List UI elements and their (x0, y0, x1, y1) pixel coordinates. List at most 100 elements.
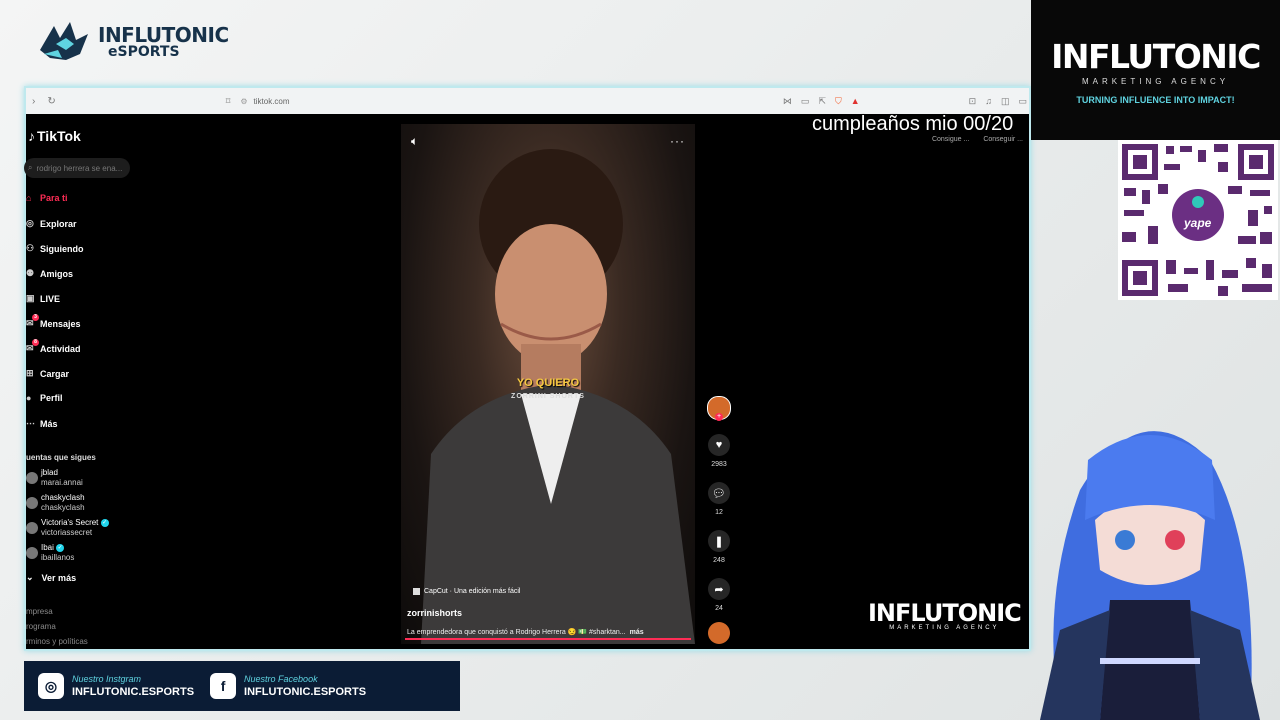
nav-item-siguiendo[interactable]: ⚇ Siguiendo (26, 243, 84, 254)
tab-search-icon[interactable]: ⊡ (969, 96, 977, 107)
following-account[interactable]: Ibai ✓ ibaillanos (26, 543, 74, 563)
heart-icon[interactable]: ♥ (708, 434, 730, 456)
see-more-link[interactable]: ⌄ Ver más (26, 572, 76, 583)
video-caption: YO QUIERO ZORRINI SHORTS (401, 377, 695, 400)
nav-label: Para ti (40, 193, 68, 203)
tiktok-page: ♪ TikTok ⌕ rodrigo herrera se ena... ⌂ P… (24, 114, 1029, 649)
brave-rewards-icon[interactable]: ▲ (851, 96, 860, 106)
chevron-down-icon: ⌄ (26, 572, 34, 582)
tiktok-logo[interactable]: ♪ TikTok (28, 128, 81, 144)
nav-label: LIVE (40, 293, 61, 304)
forward-icon[interactable]: › (32, 96, 35, 107)
watermark-subtitle: MARKETING AGENCY (889, 625, 1000, 631)
nav-item-mensajes[interactable]: ✉ 3 Mensajes (26, 314, 81, 329)
nav-label: Mensajes (40, 318, 81, 329)
bookmark-icon[interactable]: ❚ (708, 530, 730, 552)
yape-qr-code: yape (1118, 140, 1278, 300)
vtuber-avatar (1040, 431, 1260, 720)
logo-line2: eSPORTS (108, 44, 180, 60)
avatar (26, 472, 38, 484)
see-more-label: Ver más (41, 572, 77, 583)
nav-item-actividad[interactable]: ✉ 8 Actividad (26, 339, 81, 354)
video-progress[interactable] (405, 638, 691, 640)
reload-icon[interactable]: ↻ (47, 96, 55, 107)
capcut-label: CapCut · Una edición más fácil (424, 588, 521, 595)
footer-link-empresa[interactable]: mpresa (26, 607, 53, 616)
nav-item-para-ti[interactable]: ⌂ Para ti (26, 193, 68, 203)
share-icon[interactable]: ➦ (708, 578, 730, 600)
nav-item-perfil[interactable]: ● Perfil (26, 393, 63, 403)
footer-link-terminos[interactable]: rminos y políticas (26, 637, 88, 646)
following-accounts-header: uentas que sigues (26, 453, 96, 462)
volume-icon[interactable]: 🔈︎ (411, 134, 418, 149)
brand-panel: INFLUTONIC MARKETING AGENCY TURNING INFL… (1031, 0, 1280, 140)
video-progress-fill (405, 638, 691, 640)
comment-icon[interactable]: 💬︎ (708, 482, 730, 504)
sidebar-toggle-icon[interactable]: ◫ (1001, 96, 1010, 107)
nav-label: Perfil (40, 393, 63, 403)
translate-icon[interactable]: ⋈ (783, 96, 792, 107)
footer-link-programa[interactable]: rograma (26, 622, 56, 631)
comment-count: 12 (715, 509, 723, 516)
bookmark-page-icon[interactable]: ⌑ (226, 96, 231, 107)
avatar (26, 522, 38, 534)
creator-avatar[interactable]: + (707, 396, 731, 421)
account-handle: marai.annai (41, 478, 83, 487)
description-text: La emprendedora que conquistó a Rodrigo … (407, 629, 626, 636)
video-description: La emprendedora que conquistó a Rodrigo … (407, 628, 644, 636)
video-player[interactable]: 🔈︎ ··· YO QUIERO ZORRINI SHORTS CapCut ·… (401, 124, 695, 644)
follow-plus-icon[interactable]: + (715, 413, 723, 421)
notification-badge: 8 (32, 339, 39, 346)
site-info-icon[interactable]: ⚙ (240, 97, 247, 106)
search-icon: ⌕ (28, 163, 33, 172)
brave-shield-icon[interactable]: ⛉ (835, 96, 842, 107)
media-icon[interactable]: ♫ (985, 96, 992, 106)
get-app-link[interactable]: Conseguir ... (983, 136, 1023, 143)
nav-item-mas[interactable]: ⋯ Más (26, 418, 58, 429)
account-name: chaskyclash (41, 493, 85, 502)
following-icon: ⚇ (26, 243, 35, 253)
social-handle: INFLUTONIC.ESPORTS (244, 686, 367, 698)
following-account[interactable]: Victoria's Secret ✓ victoriassecret (26, 518, 109, 538)
nav-item-live[interactable]: ▣ LIVE (26, 293, 60, 304)
share-page-icon[interactable]: ⇱ (818, 96, 826, 107)
nav-item-explorar[interactable]: ◎ Explorar (26, 218, 77, 229)
profile-icon: ● (26, 393, 32, 403)
more-icon: ⋯ (26, 418, 35, 428)
address-bar[interactable]: tiktok.com (254, 97, 290, 106)
inflitonic-esports-logo: INFLUTONIC eSPORTS (36, 20, 229, 64)
social-handle: INFLUTONIC.ESPORTS (72, 686, 195, 698)
capcut-link[interactable]: CapCut · Una edición más fácil (413, 588, 521, 595)
caption-sub: ZORRINI SHORTS (511, 393, 585, 400)
live-icon: ▣ (26, 293, 35, 303)
nav-label: Siguiendo (40, 243, 84, 254)
following-account[interactable]: jblad marai.annai (26, 468, 83, 488)
following-account[interactable]: chaskyclash chaskyclash (26, 493, 85, 513)
home-icon: ⌂ (26, 193, 32, 203)
nav-item-cargar[interactable]: ⊞ Cargar (26, 368, 69, 379)
description-more-link[interactable]: más (630, 629, 644, 636)
search-input[interactable]: ⌕ rodrigo herrera se ena... (24, 158, 130, 178)
window-icon[interactable]: ▭ (1018, 96, 1027, 107)
browser-toolbar: › ↻ ⌑ ⚙ tiktok.com ⋈ ▭ ⇱ ⛉ ▲ ⊡ ♫ ◫ ▭ (26, 88, 1029, 114)
screenshot-icon[interactable]: ▭ (801, 96, 810, 107)
get-coins-link[interactable]: Consigue ... (932, 136, 969, 143)
account-name: Victoria's Secret (41, 518, 99, 527)
tiktok-logo-text: TikTok (37, 128, 81, 144)
social-bar: ◎ Nuestro Instgram INFLUTONIC.ESPORTS f … (24, 661, 460, 711)
music-disc-icon[interactable] (708, 622, 730, 644)
video-author[interactable]: zorrinishorts (407, 608, 462, 618)
verified-icon: ✓ (56, 543, 65, 552)
nav-item-amigos[interactable]: ⚉ Amigos (26, 268, 73, 279)
messages-icon: ✉ 3 (26, 314, 40, 329)
account-handle: chaskyclash (41, 503, 85, 512)
more-options-icon[interactable]: ··· (670, 134, 685, 148)
compass-icon: ◎ (26, 218, 34, 228)
brand-title: INFLUTONIC (1051, 37, 1261, 76)
stream-overlay-text: cumpleaños mio 00/20 (812, 113, 1014, 135)
logo-line1: INFLUTONIC (98, 23, 229, 47)
notification-badge: 3 (32, 314, 39, 321)
verified-icon: ✓ (100, 518, 109, 527)
video-actions: + ♥ 2983 💬︎ 12 ❚ 248 ➦ 24 (706, 396, 732, 644)
instagram-icon: ◎ (38, 673, 64, 699)
